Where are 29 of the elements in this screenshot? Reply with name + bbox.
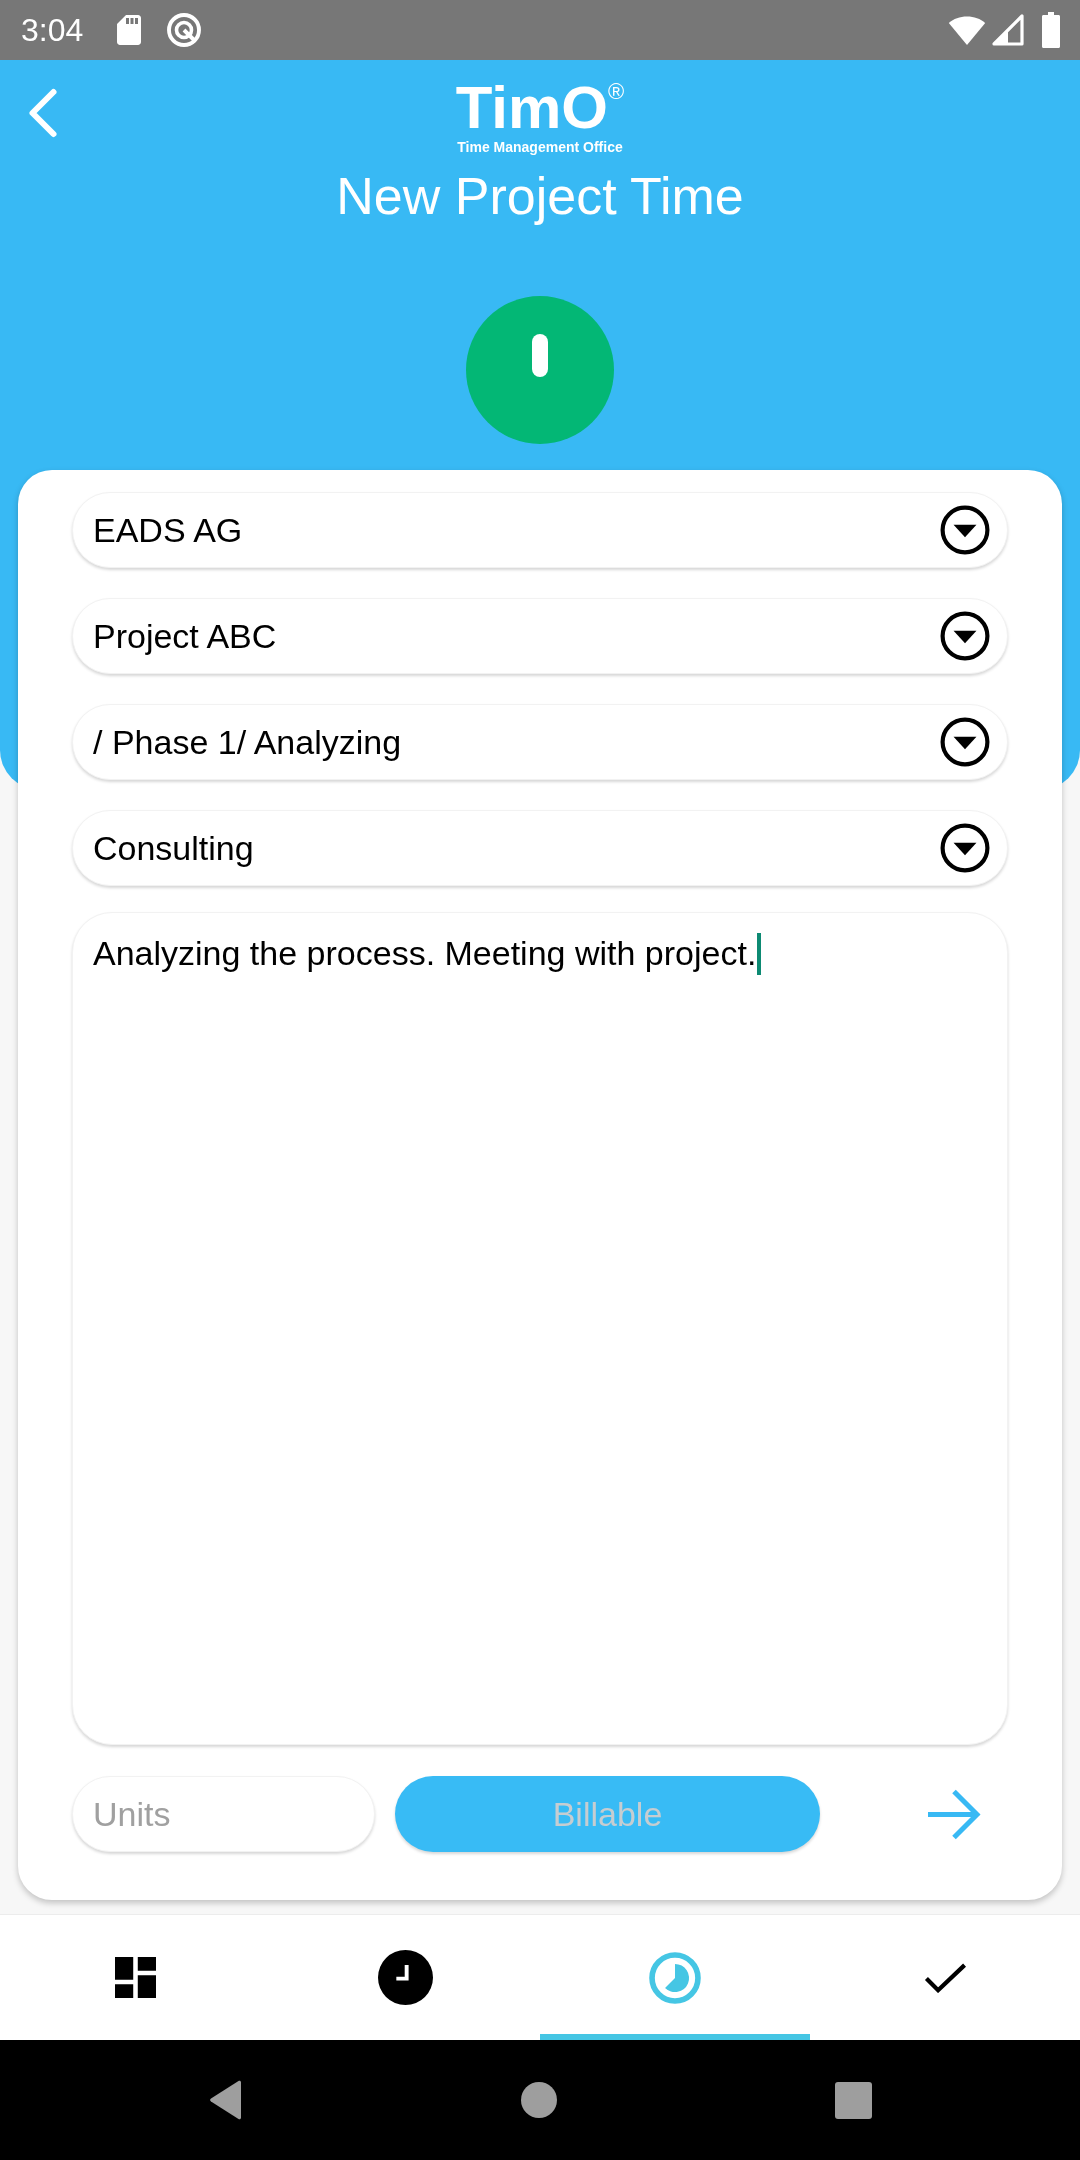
battery-icon	[1042, 12, 1060, 48]
clock-icon	[377, 1950, 433, 2005]
caret-circle-icon	[940, 611, 990, 661]
caret-circle-icon	[940, 823, 990, 873]
dropdown-field[interactable]: EADS AG	[72, 492, 1008, 568]
vertical-bar-icon	[532, 333, 548, 377]
units-field[interactable]: Units	[72, 1776, 375, 1852]
signal-icon	[992, 14, 1024, 46]
check-icon	[923, 1962, 967, 1993]
recents-icon[interactable]	[834, 2081, 872, 2119]
circle-q-icon	[166, 12, 203, 48]
dashboard-icon	[114, 1957, 156, 1998]
back-icon[interactable]	[208, 2080, 243, 2120]
caret-circle-icon	[940, 717, 990, 767]
wifi-icon	[948, 14, 986, 46]
dropdown-field[interactable]: Consulting	[72, 810, 1008, 886]
description-field[interactable]: Analyzing the process. Meeting with project.	[72, 912, 1008, 1745]
dropdown-field[interactable]: Project ABC	[72, 598, 1008, 674]
home-icon[interactable]	[520, 2082, 557, 2118]
page-title: New Project Time	[336, 166, 744, 226]
logo-wordmark: TimO$^{®}$	[455, 78, 625, 138]
timer-icon	[649, 1951, 701, 2004]
caret-circle-icon	[940, 505, 990, 555]
logo-tagline: Time Management Office	[457, 140, 623, 154]
status-time: 3:04	[21, 14, 84, 46]
chevron-left-icon	[28, 87, 58, 139]
arrow-right-icon	[928, 1788, 981, 1840]
sd-card-icon	[116, 15, 143, 45]
dropdown-field[interactable]: / Phase 1/ Analyzing	[72, 704, 1008, 780]
